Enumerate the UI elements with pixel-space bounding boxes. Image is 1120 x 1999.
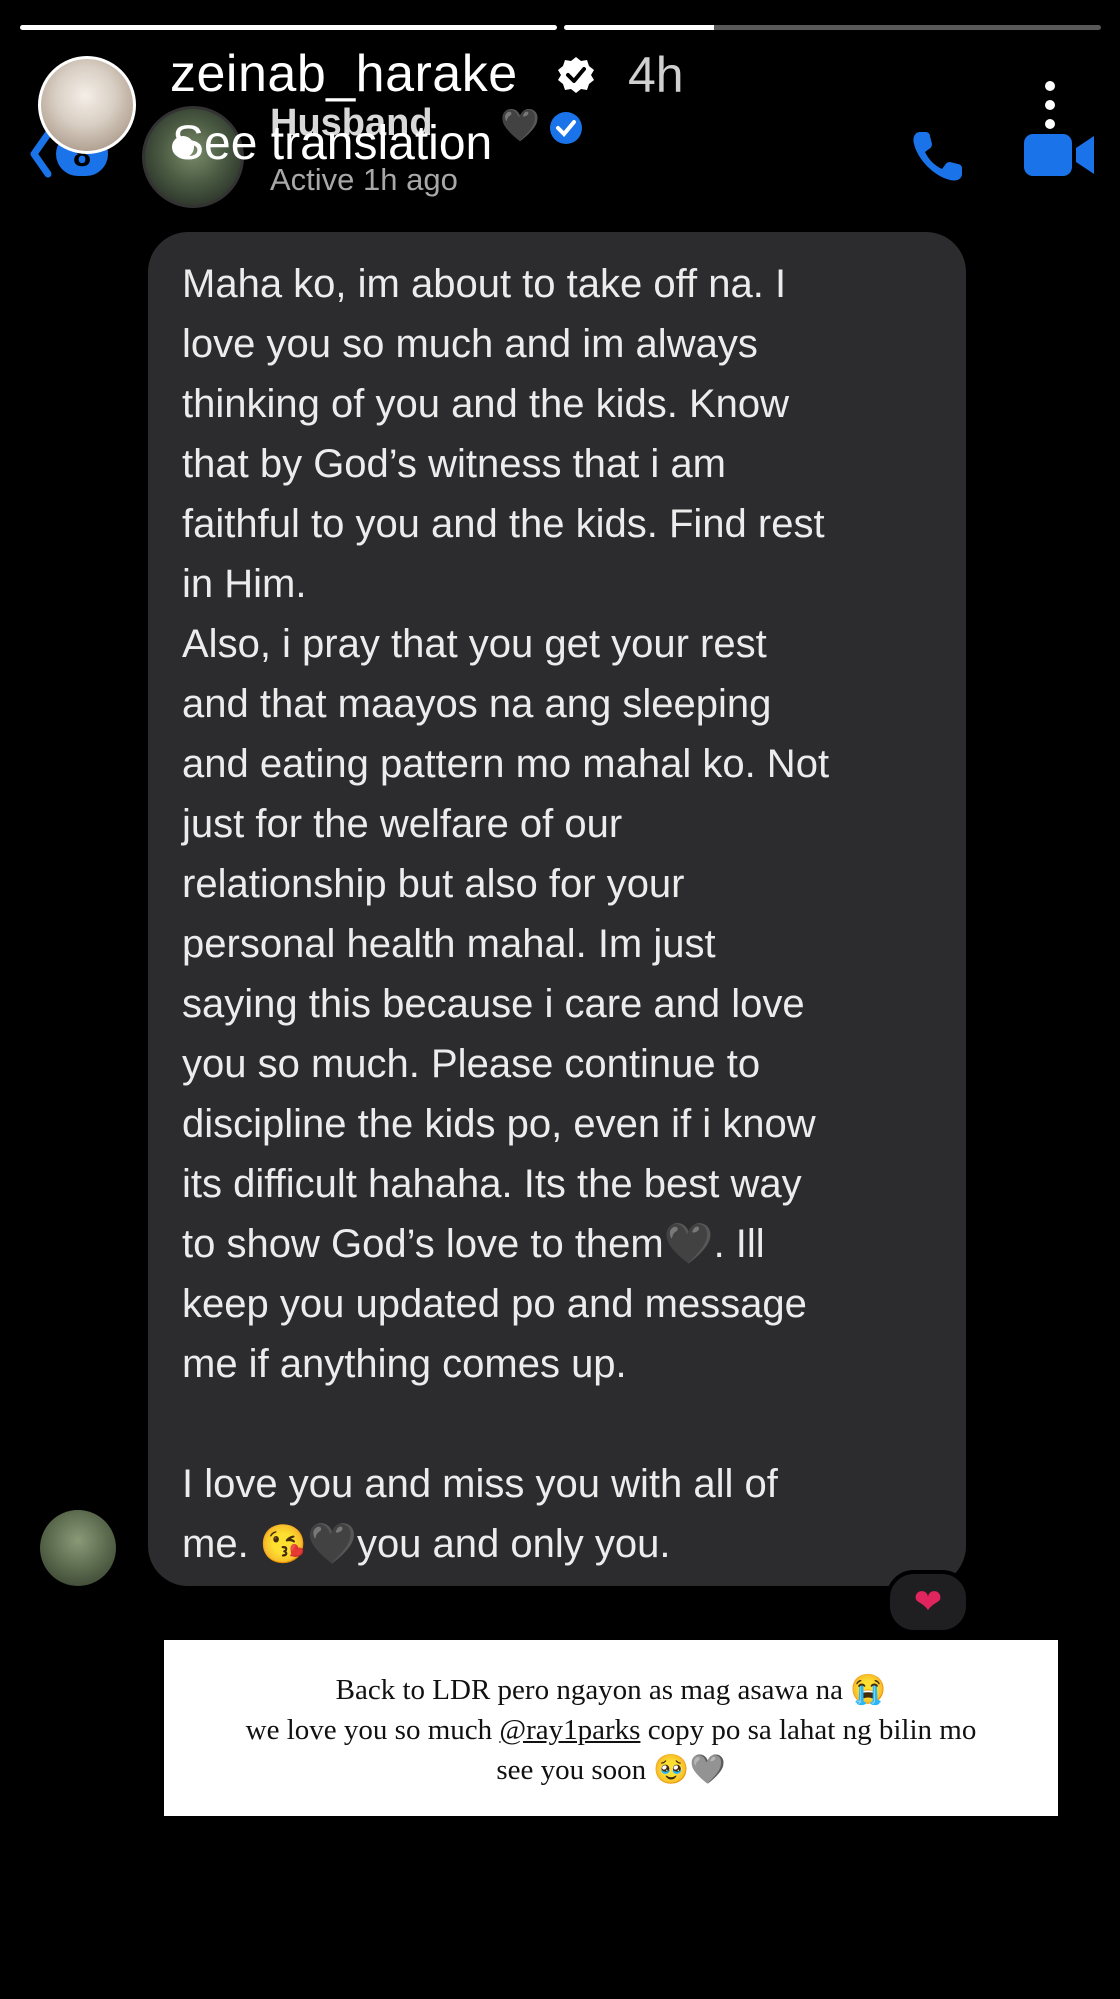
caption-line: Back to LDR pero ngayon as mag asawa na … [335, 1674, 887, 1706]
contact-heart: 🖤 [500, 107, 540, 143]
message-line: and eating pattern mo mahal ko. Not [182, 742, 830, 786]
black-heart-emoji: 🖤 [307, 1522, 357, 1566]
story-progress-segment-1 [20, 25, 557, 30]
caption-line: we love you so much @ray1parks copy po s… [245, 1714, 977, 1746]
phone-icon[interactable] [908, 126, 968, 186]
message-line: to show God’s love to them🖤. Ill [182, 1222, 765, 1266]
message-line: in Him. [182, 562, 307, 606]
message-line: personal health mahal. Im just [182, 922, 716, 966]
story-username[interactable]: zeinab_harake [170, 44, 518, 104]
message-body: Maha ko, im about to take off na. I love … [182, 254, 932, 1214]
black-heart-emoji: 🖤 [663, 1222, 714, 1266]
message-line: me if anything comes up. [182, 1342, 627, 1386]
kiss-emoji: 😘 [259, 1524, 308, 1566]
story-caption: Back to LDR pero ngayon as mag asawa na … [164, 1640, 1058, 1816]
message-line: discipline the kids po, even if i know [182, 1102, 816, 1146]
message-line: its difficult hahaha. Its the best way [182, 1162, 802, 1206]
message-line: saying this because i care and love [182, 982, 805, 1026]
message-line: keep you updated po and message [182, 1282, 807, 1326]
message-line: I love you and miss you with all of [182, 1462, 778, 1506]
message-line: me. 😘🖤you and only you. [182, 1522, 671, 1566]
message-line: Also, i pray that you get your rest [182, 622, 767, 666]
message-bubble[interactable]: Maha ko, im about to take off na. I love … [148, 232, 966, 1586]
more-icon[interactable] [1040, 80, 1060, 130]
message-line: just for the welfare of our [182, 802, 623, 846]
sender-avatar[interactable] [40, 1510, 116, 1586]
message-line: love you so much and im always [182, 322, 758, 366]
message-line: and that maayos na ang sleeping [182, 682, 772, 726]
heart-icon: ❤ [913, 1583, 943, 1621]
video-icon[interactable] [1022, 130, 1096, 180]
message-line: relationship but also for your [182, 862, 685, 906]
contact-verified-icon [550, 112, 582, 144]
message-line: faithful to you and the kids. Find rest [182, 502, 825, 546]
heart-reaction[interactable]: ❤ [886, 1570, 970, 1634]
story-timestamp: 4h [628, 47, 684, 103]
story-progress-segment-2 [564, 25, 1101, 30]
caption-line: see you soon 🥹🩶 [496, 1754, 726, 1786]
message-line: Maha ko, im about to take off na. I [182, 262, 787, 306]
message-line: thinking of you and the kids. Know [182, 382, 790, 426]
mention-link[interactable]: @ray1parks [499, 1714, 640, 1746]
see-translation-link[interactable]: See translation [172, 116, 492, 171]
story-avatar[interactable] [38, 56, 136, 154]
message-line: that by God’s witness that i am [182, 442, 726, 486]
message-line: you so much. Please continue to [182, 1042, 761, 1086]
verified-icon [558, 57, 594, 93]
